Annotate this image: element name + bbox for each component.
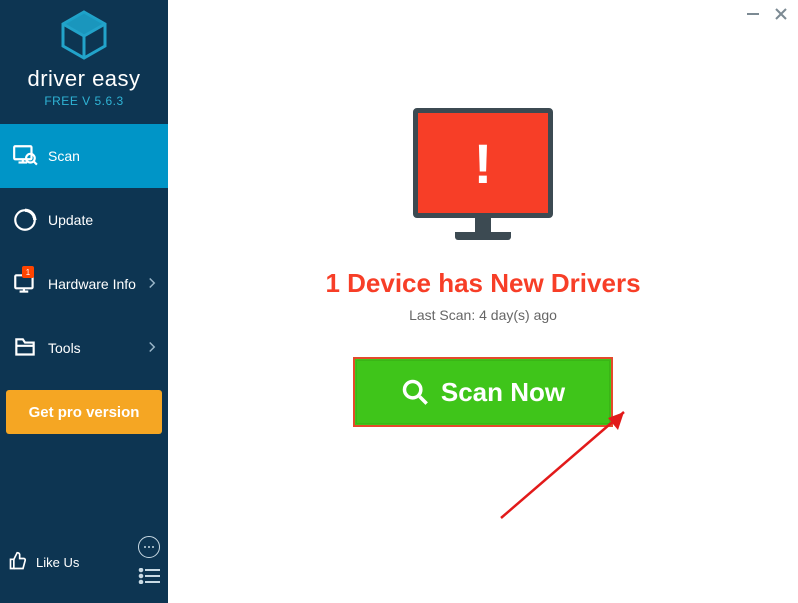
sidebar: driver easy FREE V 5.6.3 Scan	[0, 0, 168, 603]
menu-list-icon[interactable]	[138, 568, 160, 589]
close-icon[interactable]	[774, 7, 788, 26]
sidebar-item-tools[interactable]: Tools	[0, 316, 168, 380]
titlebar	[168, 0, 798, 30]
sidebar-utility-icons	[138, 536, 160, 589]
like-us-button[interactable]: Like Us	[8, 551, 79, 574]
monitor-stand	[475, 218, 491, 232]
brand-name: driver easy	[0, 66, 168, 92]
alert-monitor-graphic: !	[413, 108, 553, 240]
brand-block: driver easy FREE V 5.6.3	[0, 0, 168, 116]
get-pro-label: Get pro version	[29, 404, 140, 421]
brand-version: FREE V 5.6.3	[0, 94, 168, 108]
sidebar-item-label: Hardware Info	[48, 276, 148, 292]
scan-icon	[12, 143, 38, 169]
last-scan-text: Last Scan: 4 day(s) ago	[168, 307, 798, 323]
sidebar-bottom: Like Us	[0, 526, 168, 603]
scan-result-headline: 1 Device has New Drivers	[168, 268, 798, 299]
main-area: ! 1 Device has New Drivers Last Scan: 4 …	[168, 0, 798, 603]
update-icon	[12, 207, 38, 233]
sidebar-nav: Scan Update	[0, 124, 168, 380]
sidebar-item-label: Tools	[48, 340, 148, 356]
chevron-right-icon	[148, 276, 156, 292]
chevron-right-icon	[148, 340, 156, 356]
get-pro-button[interactable]: Get pro version	[6, 390, 162, 434]
sidebar-item-scan[interactable]: Scan	[0, 124, 168, 188]
scan-now-label: Scan Now	[441, 377, 565, 408]
sidebar-item-hardware-info[interactable]: 1 Hardware Info	[0, 252, 168, 316]
alert-mark: !	[474, 131, 493, 196]
like-us-label: Like Us	[36, 555, 79, 570]
scan-now-button[interactable]: Scan Now	[353, 357, 613, 427]
search-icon	[401, 378, 429, 406]
alert-monitor-screen: !	[413, 108, 553, 218]
thumbs-up-icon	[8, 551, 28, 574]
sidebar-item-label: Update	[48, 212, 156, 228]
tools-icon	[12, 335, 38, 361]
sidebar-item-label: Scan	[48, 148, 156, 164]
hardware-badge: 1	[22, 266, 34, 278]
brand-logo-icon	[59, 10, 109, 60]
minimize-icon[interactable]	[746, 7, 760, 26]
monitor-base	[455, 232, 511, 240]
sidebar-item-update[interactable]: Update	[0, 188, 168, 252]
feedback-icon[interactable]	[138, 536, 160, 558]
